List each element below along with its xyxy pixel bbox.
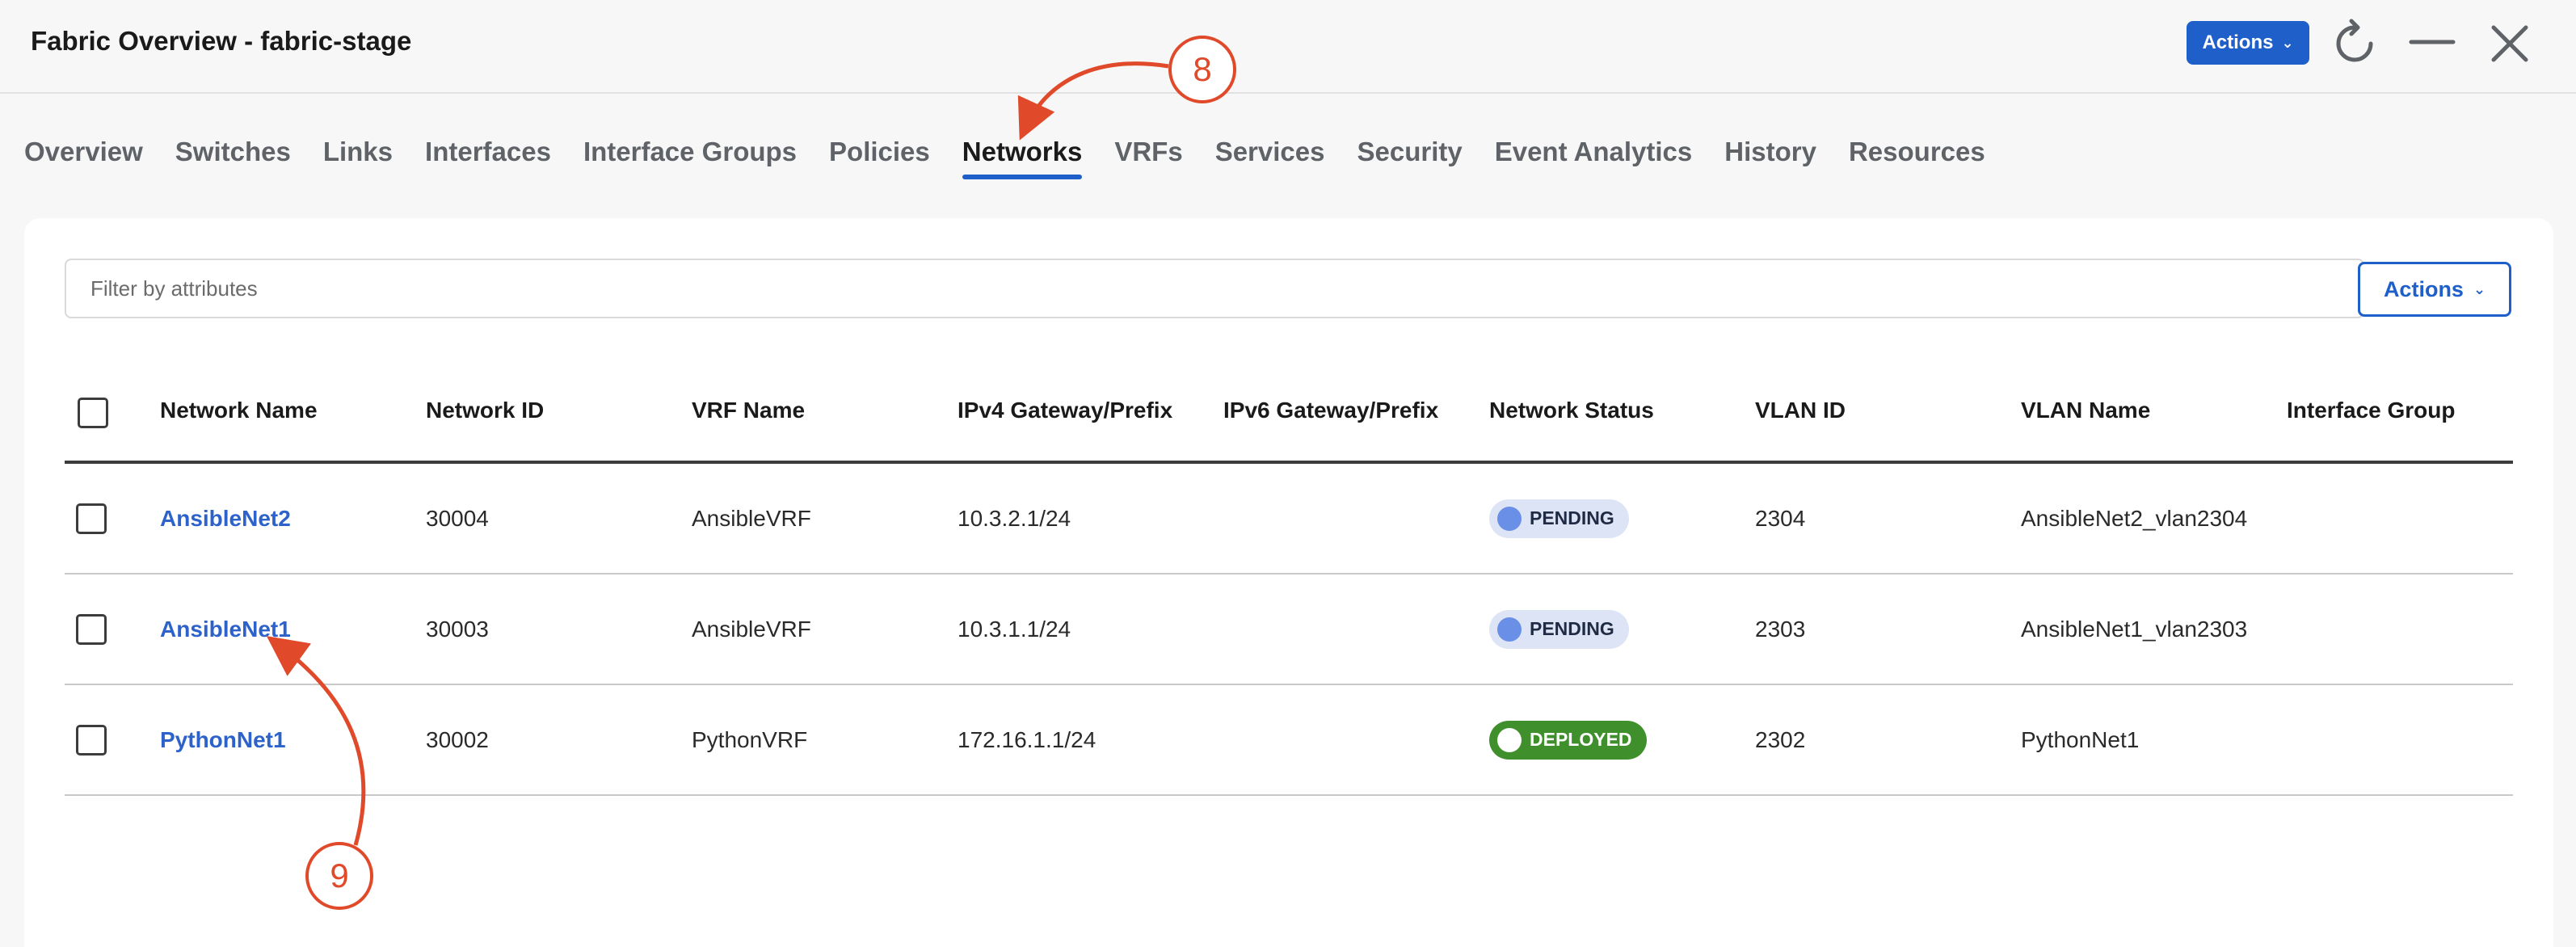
tab-history[interactable]: History	[1724, 133, 1833, 184]
tab-vrfs[interactable]: VRFs	[1114, 133, 1198, 184]
column-header-interface-group[interactable]: Interface Group	[2287, 398, 2455, 423]
tab-policies[interactable]: Policies	[829, 133, 946, 184]
status-badge-label: DEPLOYED	[1530, 729, 1632, 750]
status-dot-icon	[1497, 727, 1522, 752]
chevron-down-icon: ⌄	[2281, 34, 2294, 51]
networks-card: Actions ⌄ Network Name Network ID VRF Na…	[24, 218, 2553, 947]
table-actions-button[interactable]: Actions ⌄	[2358, 262, 2511, 317]
annotation-callout-8: 8	[1168, 36, 1236, 103]
row-checkbox[interactable]	[76, 613, 107, 645]
ipv4-cell: 10.3.2.1/24	[958, 505, 1071, 531]
status-badge-label: PENDING	[1530, 507, 1614, 528]
vlan-name-cell: AnsibleNet2_vlan2304	[2021, 505, 2248, 531]
filter-field[interactable]	[65, 259, 2364, 318]
tab-networks[interactable]: Networks	[962, 133, 1099, 184]
tab-switches[interactable]: Switches	[175, 133, 307, 184]
status-badge: DEPLOYED	[1489, 720, 1647, 760]
table-row[interactable]: PythonNet1 30002 PythonVRF 172.16.1.1/24…	[65, 685, 2513, 796]
network-name-link[interactable]: PythonNet1	[160, 727, 286, 753]
column-header-network-id[interactable]: Network ID	[426, 398, 544, 423]
header-actions-button[interactable]: Actions ⌄	[2187, 21, 2309, 65]
column-header-vlan-id[interactable]: VLAN ID	[1755, 398, 1846, 423]
select-all-checkbox[interactable]	[78, 398, 108, 428]
chevron-down-icon: ⌄	[2473, 280, 2486, 297]
vrf-name-cell: AnsibleVRF	[692, 505, 811, 531]
refresh-icon[interactable]	[2329, 18, 2380, 69]
vlan-id-cell: 2302	[1755, 726, 1806, 752]
header-actions-label: Actions	[2202, 32, 2274, 53]
minimize-icon[interactable]	[2406, 18, 2458, 69]
column-header-ipv4[interactable]: IPv4 Gateway/Prefix	[958, 398, 1172, 423]
ipv4-cell: 10.3.1.1/24	[958, 616, 1071, 642]
network-id-cell: 30003	[426, 616, 489, 642]
table-actions-label: Actions	[2383, 276, 2464, 301]
column-header-network-status[interactable]: Network Status	[1489, 398, 1654, 423]
row-checkbox[interactable]	[76, 724, 107, 755]
column-header-network-name[interactable]: Network Name	[160, 398, 318, 423]
status-dot-icon	[1497, 506, 1522, 531]
status-badge-label: PENDING	[1530, 618, 1614, 639]
tab-interfaces[interactable]: Interfaces	[425, 133, 567, 184]
page-title: Fabric Overview - fabric-stage	[31, 26, 412, 56]
column-header-vrf-name[interactable]: VRF Name	[692, 398, 805, 423]
tab-security[interactable]: Security	[1357, 133, 1478, 184]
status-badge: PENDING	[1489, 609, 1629, 649]
close-icon[interactable]	[2484, 18, 2536, 69]
row-checkbox[interactable]	[76, 503, 107, 534]
tab-links[interactable]: Links	[323, 133, 409, 184]
vlan-id-cell: 2303	[1755, 616, 1806, 642]
column-header-ipv6[interactable]: IPv6 Gateway/Prefix	[1223, 398, 1438, 423]
networks-table: Network Name Network ID VRF Name IPv4 Ga…	[65, 364, 2513, 796]
window-header: Fabric Overview - fabric-stage Actions ⌄	[0, 0, 2576, 94]
vlan-id-cell: 2304	[1755, 505, 1806, 531]
network-id-cell: 30002	[426, 726, 489, 752]
tab-services[interactable]: Services	[1215, 133, 1341, 184]
tab-overview[interactable]: Overview	[24, 133, 159, 184]
filter-input[interactable]	[90, 276, 2363, 301]
network-name-link[interactable]: AnsibleNet2	[160, 506, 291, 532]
vrf-name-cell: PythonVRF	[692, 726, 808, 752]
tab-interface-groups[interactable]: Interface Groups	[583, 133, 813, 184]
status-dot-icon	[1497, 617, 1522, 642]
network-id-cell: 30004	[426, 505, 489, 531]
status-badge: PENDING	[1489, 499, 1629, 538]
vlan-name-cell: PythonNet1	[2021, 726, 2140, 752]
table-row[interactable]: AnsibleNet1 30003 AnsibleVRF 10.3.1.1/24…	[65, 575, 2513, 685]
vrf-name-cell: AnsibleVRF	[692, 616, 811, 642]
tab-resources[interactable]: Resources	[1849, 133, 2001, 184]
column-header-vlan-name[interactable]: VLAN Name	[2021, 398, 2150, 423]
ipv4-cell: 172.16.1.1/24	[958, 726, 1096, 752]
network-name-link[interactable]: AnsibleNet1	[160, 617, 291, 642]
tab-bar: Overview Switches Links Interfaces Inter…	[24, 133, 2018, 189]
table-row[interactable]: AnsibleNet2 30004 AnsibleVRF 10.3.2.1/24…	[65, 464, 2513, 575]
vlan-name-cell: AnsibleNet1_vlan2303	[2021, 616, 2248, 642]
table-header: Network Name Network ID VRF Name IPv4 Ga…	[65, 364, 2513, 464]
tab-event-analytics[interactable]: Event Analytics	[1495, 133, 1709, 184]
annotation-callout-9: 9	[305, 842, 373, 910]
